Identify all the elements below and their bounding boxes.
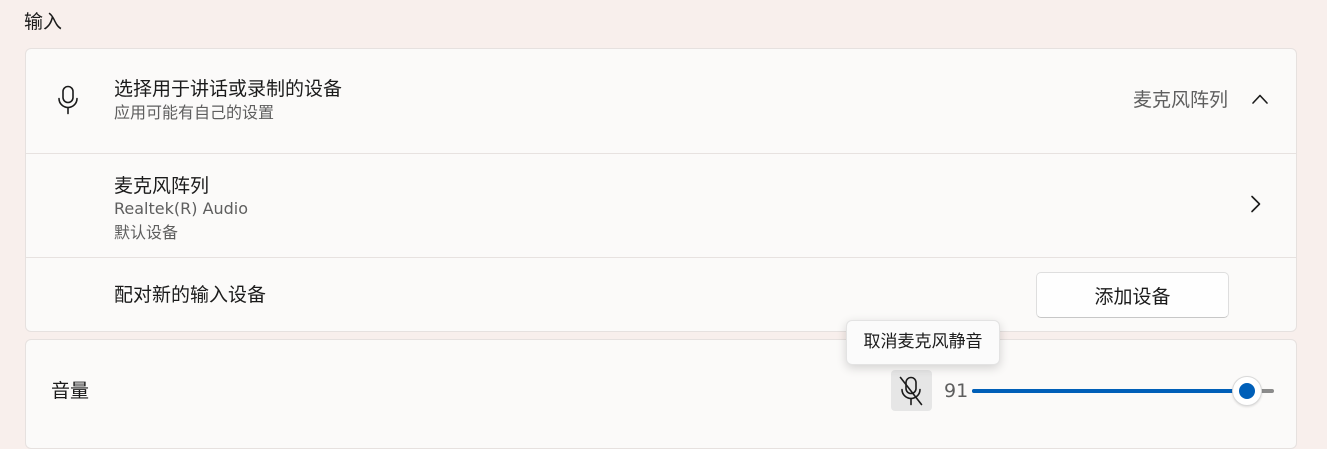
input-device-selector[interactable]: 选择用于讲话或录制的设备 应用可能有自己的设置 麦克风阵列 <box>26 49 1296 152</box>
microphone-icon <box>58 85 78 115</box>
chevron-right-icon[interactable] <box>1246 194 1266 214</box>
device-status: 默认设备 <box>114 223 179 242</box>
pair-device-label: 配对新的输入设备 <box>114 284 267 306</box>
unmute-microphone-button[interactable] <box>891 370 932 411</box>
volume-label: 音量 <box>51 380 90 402</box>
device-name: 麦克风阵列 <box>114 175 210 197</box>
add-device-button[interactable]: 添加设备 <box>1036 272 1229 318</box>
input-selector-title: 选择用于讲话或录制的设备 <box>114 78 343 100</box>
device-list-item[interactable]: 麦克风阵列 Realtek(R) Audio 默认设备 <box>26 153 1296 257</box>
selected-input-device: 麦克风阵列 <box>1132 89 1228 111</box>
microphone-off-icon <box>899 376 923 406</box>
volume-card: 音量 91 <box>25 339 1297 449</box>
pair-new-input-device-row: 配对新的输入设备 添加设备 <box>26 257 1296 331</box>
device-driver: Realtek(R) Audio <box>114 199 249 218</box>
section-title: 输入 <box>24 11 63 33</box>
volume-value: 91 <box>944 380 969 402</box>
volume-slider[interactable] <box>972 376 1274 406</box>
unmute-tooltip: 取消麦克风静音 <box>846 320 1000 365</box>
input-selector-subtitle: 应用可能有自己的设置 <box>114 103 275 122</box>
volume-slider-fill <box>972 389 1247 393</box>
volume-slider-thumb[interactable] <box>1231 376 1262 406</box>
input-devices-card: 选择用于讲话或录制的设备 应用可能有自己的设置 麦克风阵列 麦克风阵列 Real… <box>25 48 1297 332</box>
chevron-up-icon[interactable] <box>1250 89 1270 109</box>
